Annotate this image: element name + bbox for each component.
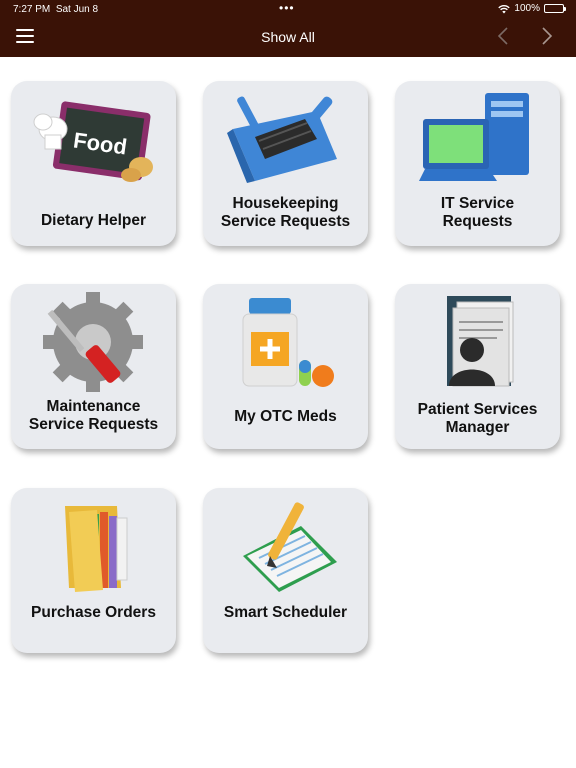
tile-label: Purchase Orders bbox=[31, 604, 156, 621]
status-right: 100% bbox=[498, 3, 566, 14]
nav-bar: Show All bbox=[0, 18, 576, 57]
tile-label: Dietary Helper bbox=[40, 212, 147, 229]
battery-icon bbox=[544, 4, 566, 13]
tile-smart-scheduler[interactable]: Smart Scheduler bbox=[203, 488, 368, 653]
tile-label: Maintenance Service Requests bbox=[28, 398, 159, 433]
folder-documents-icon bbox=[65, 506, 128, 592]
wifi-icon bbox=[498, 4, 511, 13]
tile-patient-services-manager[interactable]: Patient Services Manager bbox=[395, 284, 560, 449]
patient-file-icon bbox=[447, 296, 514, 387]
status-bar: 7:27 PM Sat Jun 8 ••• 100% bbox=[0, 0, 576, 18]
notebook-pencil-icon bbox=[243, 502, 337, 592]
tile-maintenance-service-requests[interactable]: Maintenance Service Requests bbox=[11, 284, 176, 449]
battery-percent: 100% bbox=[514, 3, 540, 14]
status-time: 7:27 PM Sat Jun 8 bbox=[13, 4, 99, 15]
tile-purchase-orders[interactable]: Purchase Orders bbox=[11, 488, 176, 653]
food-chalkboard-icon: Food bbox=[33, 101, 153, 182]
gear-screwdriver-icon bbox=[43, 292, 143, 392]
computer-icon bbox=[419, 93, 529, 181]
tile-housekeeping-service-requests[interactable]: Housekeeping Service Requests bbox=[203, 81, 368, 246]
tile-label: Housekeeping Service Requests bbox=[220, 195, 351, 230]
tile-label: My OTC Meds bbox=[234, 408, 337, 425]
dustpan-brush-icon bbox=[227, 96, 337, 183]
tile-label: Smart Scheduler bbox=[223, 604, 348, 621]
top-bar: 7:27 PM Sat Jun 8 ••• 100% Show All bbox=[0, 0, 576, 57]
page-title: Show All bbox=[261, 29, 315, 45]
multitasking-dots-icon[interactable]: ••• bbox=[279, 1, 295, 15]
chevron-left-icon[interactable] bbox=[497, 26, 509, 52]
chevron-right-icon[interactable] bbox=[541, 26, 553, 52]
tile-dietary-helper[interactable]: Food Dietary Helper bbox=[11, 81, 176, 246]
tile-label: Patient Services Manager bbox=[417, 401, 538, 436]
tile-label: IT Service Requests bbox=[440, 195, 515, 230]
medicine-bottle-pills-icon bbox=[242, 298, 334, 387]
tile-it-service-requests[interactable]: IT Service Requests bbox=[395, 81, 560, 246]
tile-my-otc-meds[interactable]: My OTC Meds bbox=[203, 284, 368, 449]
